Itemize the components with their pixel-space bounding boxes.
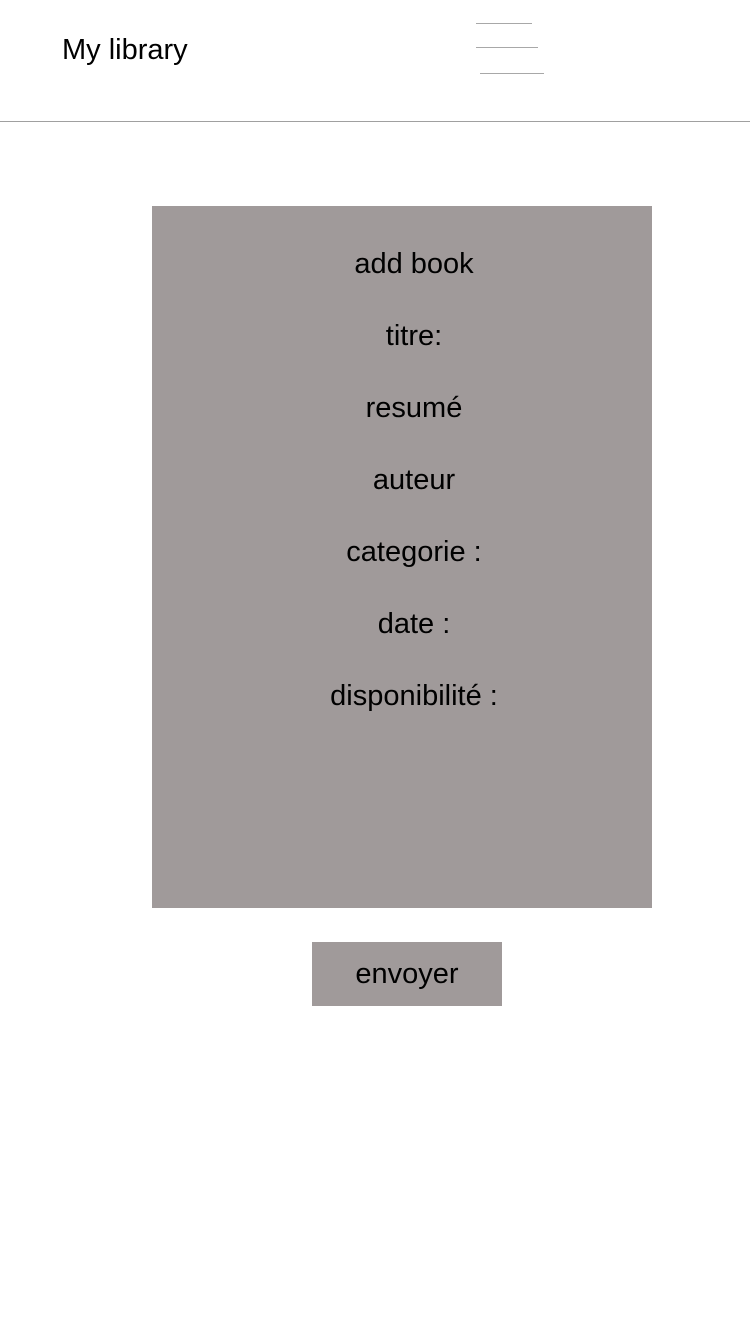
app-title: My library — [62, 34, 188, 66]
hamburger-menu-button[interactable] — [470, 14, 552, 82]
field-label-auteur[interactable]: auteur — [152, 462, 652, 498]
add-book-form: add book titre: resumé auteur categorie … — [152, 206, 652, 908]
app-header: My library — [0, 0, 750, 122]
submit-button[interactable]: envoyer — [312, 942, 502, 1006]
menu-line-top — [476, 23, 532, 24]
field-label-date[interactable]: date : — [152, 606, 652, 642]
menu-line-middle — [476, 47, 538, 48]
menu-line-bottom — [480, 73, 544, 74]
field-label-categorie[interactable]: categorie : — [152, 534, 652, 570]
form-heading: add book — [354, 248, 474, 280]
page: My library add book titre: resumé auteur… — [0, 0, 750, 1334]
field-label-disponibilite[interactable]: disponibilité : — [152, 678, 652, 714]
field-label-resume[interactable]: resumé — [152, 390, 652, 426]
field-label-titre[interactable]: titre: — [152, 318, 652, 354]
